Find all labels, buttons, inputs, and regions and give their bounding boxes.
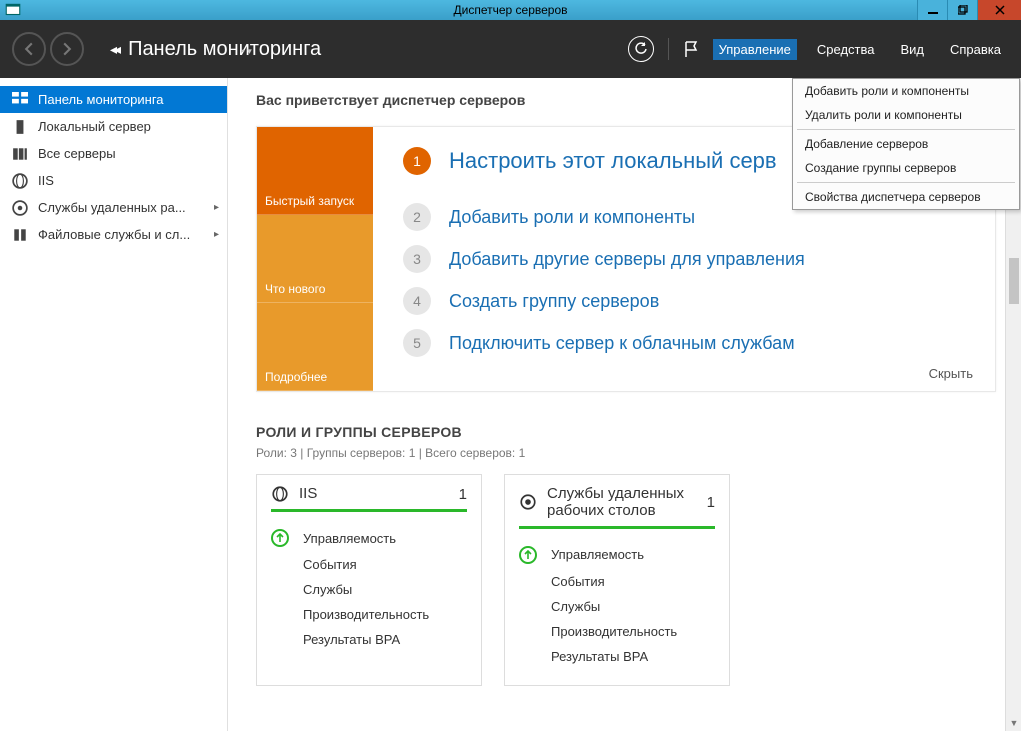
breadcrumb-label: Панель мониторинга: [128, 38, 321, 61]
iis-icon: [271, 485, 289, 503]
step-number: 3: [403, 245, 431, 273]
server-icon: [12, 119, 28, 135]
dashboard-icon: [12, 92, 28, 108]
dropdown-add-roles[interactable]: Добавить роли и компоненты: [793, 79, 1019, 103]
hide-link[interactable]: Скрыть: [929, 366, 973, 381]
menu-view[interactable]: Вид: [894, 39, 930, 60]
scrollbar-thumb[interactable]: [1009, 258, 1019, 304]
scroll-down-icon[interactable]: ▼: [1006, 715, 1021, 731]
role-row-performance[interactable]: Производительность: [271, 602, 467, 627]
role-card-count: 1: [459, 486, 467, 503]
sidebar: Панель мониторинга Локальный сервер Все …: [0, 78, 228, 731]
restore-button[interactable]: [947, 0, 977, 20]
role-card-iis[interactable]: IIS 1 Управляемость События Службы Произ…: [256, 474, 482, 686]
step-label: Подключить сервер к облачным службам: [449, 333, 795, 354]
chevron-right-icon: ▸: [214, 229, 219, 240]
remote-desktop-icon: [12, 200, 28, 216]
role-card-remote-desktop[interactable]: Службы удаленных рабочих столов 1 Управл…: [504, 474, 730, 686]
sidebar-item-all-servers[interactable]: Все серверы: [0, 140, 227, 167]
step-number: 1: [403, 147, 431, 175]
sidebar-item-local-server[interactable]: Локальный сервер: [0, 113, 227, 140]
role-row-bpa[interactable]: Результаты BPA: [271, 627, 467, 652]
step-label: Добавить роли и компоненты: [449, 207, 695, 228]
role-card-title: IIS: [299, 485, 449, 502]
dropdown-separator: [797, 129, 1015, 130]
dropdown-separator: [797, 182, 1015, 183]
step-number: 5: [403, 329, 431, 357]
step-label: Создать группу серверов: [449, 291, 659, 312]
nav-back-button[interactable]: [12, 32, 46, 66]
breadcrumb-dropdown-icon[interactable]: • ▾: [242, 46, 252, 57]
role-card-count: 1: [707, 494, 715, 511]
close-button[interactable]: [977, 0, 1021, 20]
role-row-label: Управляемость: [303, 531, 396, 546]
role-row-manageability[interactable]: Управляемость: [271, 524, 467, 552]
iis-icon: [12, 173, 28, 189]
role-row-events[interactable]: События: [519, 569, 715, 594]
sidebar-item-file-services[interactable]: Файловые службы и сл... ▸: [0, 221, 227, 248]
titlebar: Диспетчер серверов: [0, 0, 1021, 20]
welcome-tab-whatsnew[interactable]: Что нового: [257, 215, 373, 303]
role-row-services[interactable]: Службы: [271, 577, 467, 602]
step-create-group[interactable]: 4 Создать группу серверов: [403, 287, 965, 315]
window-title: Диспетчер серверов: [0, 3, 1021, 17]
minimize-button[interactable]: [917, 0, 947, 20]
sidebar-item-label: Все серверы: [38, 146, 116, 161]
role-row-services[interactable]: Службы: [519, 594, 715, 619]
role-row-label: Управляемость: [551, 547, 644, 562]
refresh-button[interactable]: [628, 36, 654, 62]
sidebar-item-iis[interactable]: IIS: [0, 167, 227, 194]
sidebar-item-label: Файловые службы и сл...: [38, 227, 190, 242]
chevron-right-icon: ▸: [214, 202, 219, 213]
welcome-tab-learnmore[interactable]: Подробнее: [257, 303, 373, 391]
step-number: 2: [403, 203, 431, 231]
role-row-manageability[interactable]: Управляемость: [519, 541, 715, 569]
role-row-bpa[interactable]: Результаты BPA: [519, 644, 715, 669]
roles-subtitle: Роли: 3 | Группы серверов: 1 | Всего сер…: [256, 446, 1021, 460]
sidebar-item-label: Панель мониторинга: [38, 92, 164, 107]
step-number: 4: [403, 287, 431, 315]
step-connect-cloud[interactable]: 5 Подключить сервер к облачным службам: [403, 329, 965, 357]
dropdown-create-group[interactable]: Создание группы серверов: [793, 156, 1019, 180]
welcome-tab-quickstart[interactable]: Быстрый запуск: [257, 127, 373, 215]
role-row-performance[interactable]: Производительность: [519, 619, 715, 644]
step-label: Добавить другие серверы для управления: [449, 249, 805, 270]
header-bar: ◂◂ Панель мониторинга • ▾ Управление Сре…: [0, 20, 1021, 78]
role-row-events[interactable]: События: [271, 552, 467, 577]
dropdown-add-servers[interactable]: Добавление серверов: [793, 132, 1019, 156]
roles-section: РОЛИ И ГРУППЫ СЕРВЕРОВ Роли: 3 | Группы …: [256, 424, 1021, 686]
dropdown-remove-roles[interactable]: Удалить роли и компоненты: [793, 103, 1019, 127]
menu-tools[interactable]: Средства: [811, 39, 881, 60]
step-add-servers[interactable]: 3 Добавить другие серверы для управления: [403, 245, 965, 273]
breadcrumb[interactable]: ◂◂ Панель мониторинга: [110, 38, 321, 61]
sidebar-item-dashboard[interactable]: Панель мониторинга: [0, 86, 227, 113]
menu-help[interactable]: Справка: [944, 39, 1007, 60]
roles-title: РОЛИ И ГРУППЫ СЕРВЕРОВ: [256, 424, 1021, 440]
arrow-up-icon: [271, 529, 289, 547]
sidebar-item-label: Локальный сервер: [38, 119, 151, 134]
step-label: Настроить этот локальный серв: [449, 148, 777, 174]
file-services-icon: [12, 227, 28, 243]
nav-forward-button[interactable]: [50, 32, 84, 66]
sidebar-item-label: IIS: [38, 173, 54, 188]
remote-desktop-icon: [519, 493, 537, 511]
sidebar-item-label: Службы удаленных ра...: [38, 200, 186, 215]
sidebar-item-remote-desktop[interactable]: Службы удаленных ра... ▸: [0, 194, 227, 221]
notifications-flag-icon[interactable]: [683, 40, 699, 58]
menu-manage[interactable]: Управление: [713, 39, 797, 60]
dropdown-properties[interactable]: Свойства диспетчера серверов: [793, 185, 1019, 209]
servers-icon: [12, 146, 28, 162]
arrow-up-icon: [519, 546, 537, 564]
role-card-title: Службы удаленных рабочих столов: [547, 485, 697, 520]
header-separator: [668, 38, 669, 60]
breadcrumb-chevrons-icon: ◂◂: [110, 41, 118, 58]
manage-dropdown: Добавить роли и компоненты Удалить роли …: [792, 78, 1020, 210]
